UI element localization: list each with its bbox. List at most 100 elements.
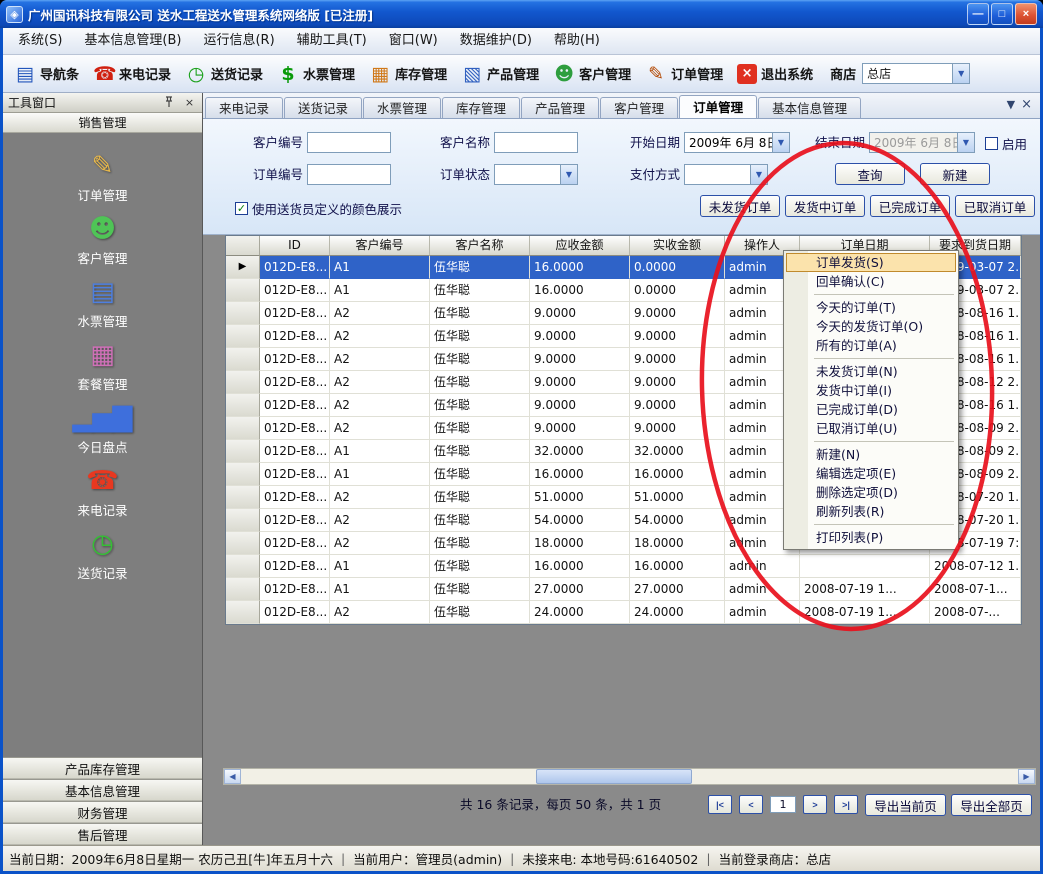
sidebar-panel-2[interactable]: 财务管理 [3, 801, 202, 823]
tab-0[interactable]: 来电记录 [205, 97, 283, 118]
tab-list-dropdown-icon[interactable]: ▼ [1007, 98, 1015, 111]
next-page-button[interactable]: > [803, 795, 827, 814]
sidebar-item-package[interactable]: ▦套餐管理 [3, 334, 202, 397]
prev-page-button[interactable]: < [739, 795, 763, 814]
row-selector[interactable] [226, 371, 260, 394]
menu-item-2[interactable]: 运行信息(R) [192, 28, 285, 54]
end-date-picker[interactable]: 2009年 6月 8日 ▼ [869, 132, 975, 153]
row-selector[interactable] [226, 601, 260, 624]
menu-item-1[interactable]: 基本信息管理(B) [73, 28, 192, 54]
row-selector[interactable] [226, 325, 260, 348]
status-filter-button-1[interactable]: 发货中订单 [785, 195, 865, 217]
tab-3[interactable]: 库存管理 [442, 97, 520, 118]
sidebar-item-ticket[interactable]: ▤水票管理 [3, 271, 202, 334]
tool-window-close-icon[interactable]: × [182, 95, 197, 110]
context-menu-item-1[interactable]: 回单确认(C) [786, 272, 956, 291]
context-menu-item-4[interactable]: 今天的发货订单(O) [786, 317, 956, 336]
export-all-pages-button[interactable]: 导出全部页 [951, 794, 1032, 816]
row-selector[interactable] [226, 417, 260, 440]
sidebar-panel-1[interactable]: 基本信息管理 [3, 779, 202, 801]
context-menu-item-3[interactable]: 今天的订单(T) [786, 298, 956, 317]
toolbar-button-inventory[interactable]: ▦库存管理 [362, 61, 454, 87]
page-number-input[interactable]: 1 [770, 796, 796, 813]
chevron-down-icon[interactable]: ▼ [750, 165, 767, 184]
tab-2[interactable]: 水票管理 [363, 97, 441, 118]
context-menu-item-5[interactable]: 所有的订单(A) [786, 336, 956, 355]
first-page-button[interactable]: |< [708, 795, 732, 814]
maximize-button[interactable]: □ [991, 3, 1013, 25]
status-filter-button-2[interactable]: 已完成订单 [870, 195, 950, 217]
sidebar-item-call-log[interactable]: ☎来电记录 [3, 460, 202, 523]
order-status-select[interactable]: ▼ [494, 164, 578, 185]
context-menu-item-13[interactable]: 编辑选定项(E) [786, 464, 956, 483]
context-menu-item-12[interactable]: 新建(N) [786, 445, 956, 464]
menu-item-4[interactable]: 窗口(W) [378, 28, 449, 54]
menu-item-5[interactable]: 数据维护(D) [449, 28, 543, 54]
grid-row[interactable]: 012D-E8...A2伍华聪24.000024.0000admin2008-0… [226, 601, 1021, 624]
row-selector[interactable] [226, 394, 260, 417]
new-button[interactable]: 新建 [920, 163, 990, 185]
status-filter-button-0[interactable]: 未发货订单 [700, 195, 780, 217]
toolbar-button-delivery[interactable]: ◷送货记录 [178, 61, 270, 87]
row-selector[interactable] [226, 486, 260, 509]
sidebar-panel-3[interactable]: 售后管理 [3, 823, 202, 845]
status-filter-button-3[interactable]: 已取消订单 [955, 195, 1035, 217]
pin-icon[interactable] [161, 95, 176, 110]
shop-select[interactable]: 总店 ▼ [862, 63, 970, 84]
tab-1[interactable]: 送货记录 [284, 97, 362, 118]
last-page-button[interactable]: >| [834, 795, 858, 814]
chevron-down-icon[interactable]: ▼ [952, 64, 969, 83]
toolbar-button-call-log[interactable]: ☎来电记录 [86, 61, 178, 87]
scroll-right-icon[interactable]: ▶ [1018, 769, 1035, 784]
start-date-picker[interactable]: 2009年 6月 8日 ▼ [684, 132, 790, 153]
chevron-down-icon[interactable]: ▼ [560, 165, 577, 184]
sidebar-item-delivery[interactable]: ◷送货记录 [3, 523, 202, 586]
sidebar-item-stocktake[interactable]: ▂▅▇今日盘点 [3, 397, 202, 460]
chevron-down-icon[interactable]: ▼ [772, 133, 789, 152]
context-menu-item-9[interactable]: 已完成订单(D) [786, 400, 956, 419]
close-button[interactable]: × [1015, 3, 1037, 25]
tab-close-icon[interactable]: × [1021, 97, 1032, 112]
row-selector[interactable]: ▶ [226, 256, 260, 279]
query-button[interactable]: 查询 [835, 163, 905, 185]
tab-7[interactable]: 基本信息管理 [758, 97, 861, 118]
row-selector[interactable] [226, 578, 260, 601]
toolbar-button-order[interactable]: ✎订单管理 [638, 61, 730, 87]
toolbar-button-exit[interactable]: ×退出系统 [730, 61, 820, 87]
menu-item-6[interactable]: 帮助(H) [543, 28, 611, 54]
context-menu-item-7[interactable]: 未发货订单(N) [786, 362, 956, 381]
order-no-input[interactable] [307, 164, 391, 185]
row-selector[interactable] [226, 348, 260, 371]
sidebar-item-customer[interactable]: ☻客户管理 [3, 208, 202, 271]
tab-5[interactable]: 客户管理 [600, 97, 678, 118]
scroll-left-icon[interactable]: ◀ [224, 769, 241, 784]
row-selector[interactable] [226, 555, 260, 578]
sidebar-panel-0[interactable]: 产品库存管理 [3, 757, 202, 779]
customer-name-input[interactable] [494, 132, 578, 153]
horizontal-scrollbar[interactable]: ◀ ▶ [223, 768, 1036, 785]
tab-6[interactable]: 订单管理 [679, 95, 757, 118]
context-menu-item-8[interactable]: 发货中订单(I) [786, 381, 956, 400]
context-menu-item-14[interactable]: 删除选定项(D) [786, 483, 956, 502]
toolbar-button-ticket[interactable]: $水票管理 [270, 61, 362, 87]
menu-item-3[interactable]: 辅助工具(T) [286, 28, 378, 54]
customer-no-input[interactable] [307, 132, 391, 153]
pay-method-select[interactable]: ▼ [684, 164, 768, 185]
row-selector[interactable] [226, 463, 260, 486]
context-menu-item-15[interactable]: 刷新列表(R) [786, 502, 956, 521]
courier-color-checkbox[interactable]: ✓ 使用送货员定义的颜色展示 [235, 199, 402, 218]
row-selector[interactable] [226, 532, 260, 555]
row-selector[interactable] [226, 302, 260, 325]
sidebar-item-order[interactable]: ✎订单管理 [3, 145, 202, 208]
row-selector[interactable] [226, 509, 260, 532]
grid-row[interactable]: 012D-E8...A1伍华聪16.000016.0000admin2008-0… [226, 555, 1021, 578]
row-selector[interactable] [226, 279, 260, 302]
tab-4[interactable]: 产品管理 [521, 97, 599, 118]
scrollbar-thumb[interactable] [536, 769, 691, 784]
toolbar-button-product[interactable]: ▧产品管理 [454, 61, 546, 87]
toolbar-button-navigator[interactable]: ▤导航条 [7, 61, 86, 87]
grid-row[interactable]: 012D-E8...A1伍华聪27.000027.0000admin2008-0… [226, 578, 1021, 601]
row-selector[interactable] [226, 440, 260, 463]
minimize-button[interactable]: — [967, 3, 989, 25]
toolbar-button-customer[interactable]: ☻客户管理 [546, 61, 638, 87]
